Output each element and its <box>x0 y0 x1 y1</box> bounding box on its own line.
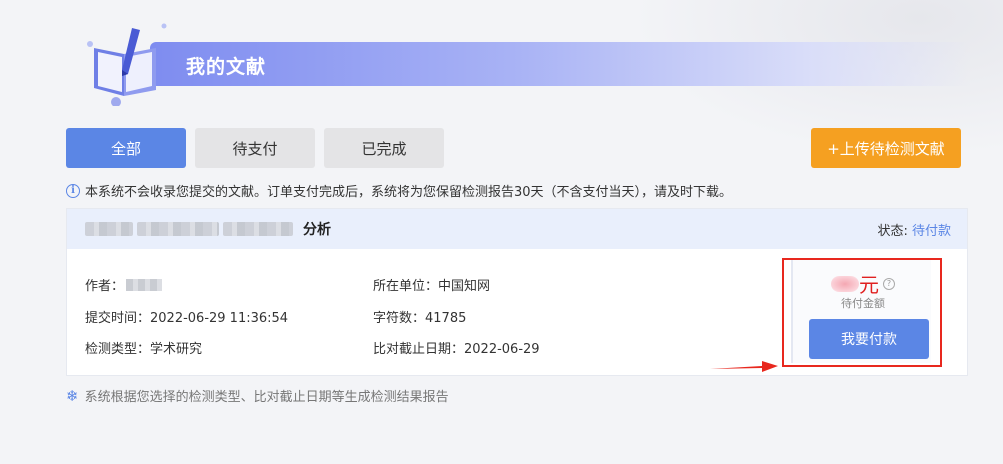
compare-deadline: 比对截止日期：2022-06-29 <box>373 342 540 357</box>
notice-bar: i 本系统不会收录您提交的文献。订单支付完成后，系统将为您保留检测报告30天（不… <box>66 181 732 200</box>
blurred-document-title <box>85 222 293 236</box>
tab-all[interactable]: 全部 <box>66 128 186 168</box>
tab-pending-payment[interactable]: 待支付 <box>195 128 315 168</box>
document-title-suffix: 分析 <box>303 222 331 238</box>
red-arrow-icon <box>710 361 778 372</box>
info-icon: i <box>66 183 80 198</box>
author-row: 作者： <box>85 275 163 294</box>
footnote: ❄ 系统根据您选择的检测类型、比对截止日期等生成检测结果报告 <box>66 386 449 406</box>
blur-block <box>85 222 133 236</box>
author-label: 作者： <box>85 279 125 294</box>
check-type: 检测类型：学术研究 <box>85 342 203 357</box>
notice-text: 本系统不会收录您提交的文献。订单支付完成后，系统将为您保留检测报告30天（不含支… <box>85 185 733 200</box>
page-title: 我的文献 <box>186 56 267 78</box>
banner-bar <box>150 42 970 86</box>
submit-time: 提交时间：2022-06-29 11:36:54 <box>85 311 289 326</box>
upload-document-button[interactable]: +上传待检测文献 <box>811 128 961 168</box>
card-header: 分析 状态: 待付款 <box>67 209 967 249</box>
tab-completed[interactable]: 已完成 <box>324 128 444 168</box>
organization: 所在单位：中国知网 <box>373 279 491 294</box>
blur-block <box>137 222 219 236</box>
order-status: 状态: 待付款 <box>877 220 951 239</box>
char-count: 字符数：41785 <box>373 311 467 326</box>
status-value: 待付款 <box>911 223 951 239</box>
page-header-banner: 我的文献 <box>80 23 970 106</box>
blur-block <box>223 222 293 236</box>
book-pen-icon <box>87 23 167 106</box>
red-highlight-box <box>782 258 942 367</box>
footnote-text: 系统根据您选择的检测类型、比对截止日期等生成检测结果报告 <box>84 390 449 405</box>
status-label: 状态: <box>877 223 908 239</box>
blurred-author-name <box>126 278 163 291</box>
filter-tabs: 全部 待支付 已完成 <box>66 128 444 168</box>
snowflake-icon: ❄ <box>66 386 79 405</box>
